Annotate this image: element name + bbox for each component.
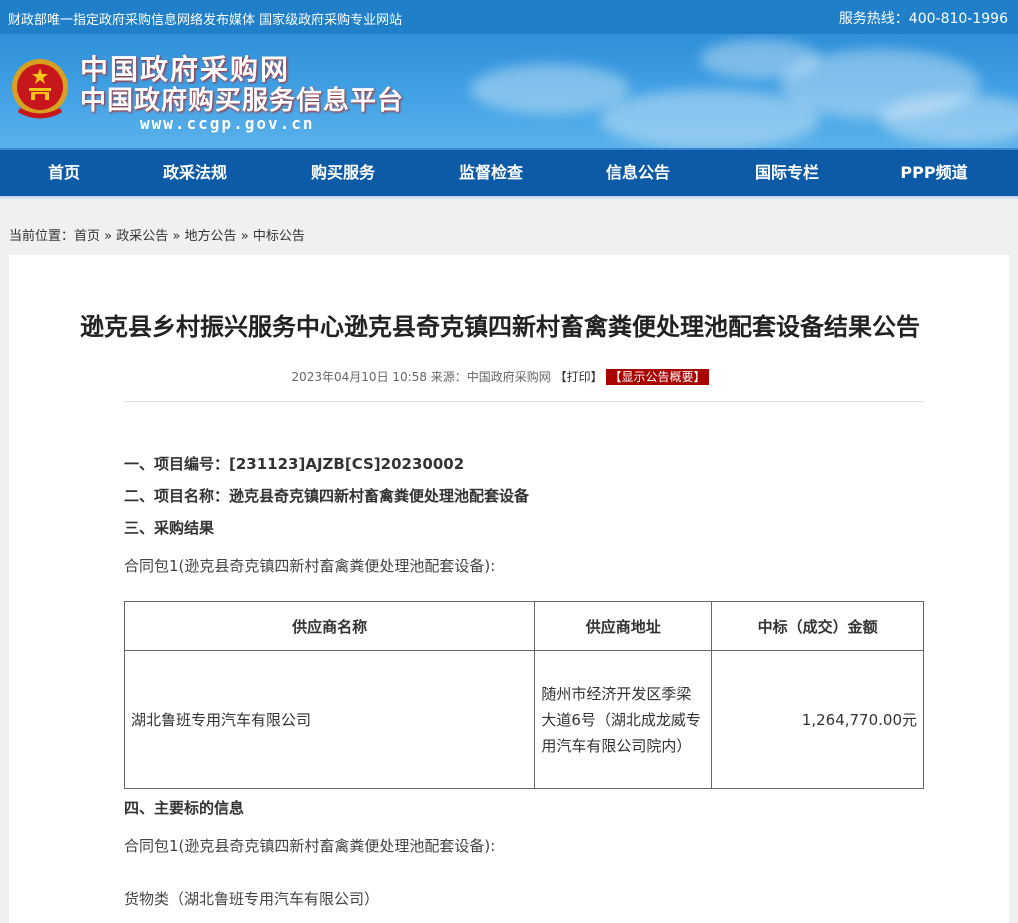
site-url: www.ccgp.gov.cn — [140, 114, 315, 133]
show-summary-button[interactable]: 【显示公告概要】 — [606, 369, 709, 385]
section-project-number: 一、项目编号：[231123]AJZB[CS]20230002 — [124, 455, 465, 473]
breadcrumb-separator: » — [240, 229, 249, 244]
column-header-address: 供应商地址 — [534, 601, 713, 651]
breadcrumb-local-announcements[interactable]: 地方公告 — [185, 229, 237, 244]
breadcrumb-separator: » — [172, 229, 181, 244]
section-main-items: 四、主要标的信息 — [124, 799, 245, 817]
site-name[interactable]: 中国政府采购网 — [80, 54, 290, 86]
site-banner: 中国政府采购网 中国政府购买服务信息平台 www.ccgp.gov.cn — [0, 34, 1018, 148]
column-header-supplier: 供应商名称 — [123, 601, 536, 651]
top-strip: 财政部唯一指定政府采购信息网络发布媒体 国家级政府采购专业网站 服务热线：400… — [0, 0, 1018, 34]
supplier-address-cell: 随州市经济开发区季梁大道6号（湖北成龙威专用汽车有限公司院内） — [534, 650, 713, 789]
column-header-amount: 中标（成交）金额 — [711, 601, 924, 651]
section-procurement-result: 三、采购结果 — [124, 519, 215, 537]
nav-shadow — [0, 196, 1018, 200]
article-meta: 2023年04月10日 10:58 来源：中国政府采购网 【打印】 【显示公告概… — [0, 368, 1000, 385]
site-subtitle: 中国政府购买服务信息平台 — [80, 86, 405, 116]
nav-item-announcements[interactable]: 信息公告 — [578, 150, 698, 196]
nav-item-international[interactable]: 国际专栏 — [727, 150, 847, 196]
award-amount-cell: 1,264,770.00元 — [711, 650, 924, 789]
breadcrumb: 当前位置：首页 » 政采公告 » 地方公告 » 中标公告 — [9, 225, 305, 244]
section-project-name: 二、项目名称：逊克县奇克镇四新村畜禽粪便处理池配套设备 — [124, 487, 530, 505]
contract-package-line-2: 合同包1(逊克县奇克镇四新村畜禽粪便处理池配套设备): — [124, 837, 496, 855]
nav-item-purchase-services[interactable]: 购买服务 — [283, 150, 403, 196]
content-panel — [9, 255, 1009, 923]
site-slogan: 财政部唯一指定政府采购信息网络发布媒体 国家级政府采购专业网站 — [8, 13, 403, 28]
publish-date: 2023年04月10日 10:58 — [291, 370, 427, 384]
national-emblem-icon[interactable] — [9, 56, 71, 122]
breadcrumb-home[interactable]: 首页 — [74, 229, 100, 244]
breadcrumb-procurement-announcements[interactable]: 政采公告 — [116, 229, 168, 244]
print-link[interactable]: 【打印】 — [555, 370, 603, 384]
breadcrumb-separator: » — [104, 229, 113, 244]
breadcrumb-prefix: 当前位置： — [9, 229, 75, 244]
service-hotline: 服务热线：400-810-1996 — [838, 11, 1008, 27]
article-title: 逊克县乡村振兴服务中心逊克县奇克镇四新村畜禽粪便处理池配套设备结果公告 — [80, 313, 920, 341]
result-table: 供应商名称 供应商地址 中标（成交）金额 湖北鲁班专用汽车有限公司 随州市经济开… — [123, 601, 924, 789]
main-nav: 首页 政采法规 购买服务 监督检查 信息公告 国际专栏 PPP频道 — [0, 148, 1018, 196]
supplier-name-cell: 湖北鲁班专用汽车有限公司 — [123, 650, 536, 789]
nav-item-regulations[interactable]: 政采法规 — [135, 150, 255, 196]
contract-package-line: 合同包1(逊克县奇克镇四新村畜禽粪便处理池配套设备): — [124, 557, 496, 575]
meta-divider — [124, 401, 924, 402]
nav-item-home[interactable]: 首页 — [4, 150, 124, 196]
article-source: 来源：中国政府采购网 — [430, 370, 551, 384]
table-header-row: 供应商名称 供应商地址 中标（成交）金额 — [123, 601, 924, 651]
table-row: 湖北鲁班专用汽车有限公司 随州市经济开发区季梁大道6号（湖北成龙威专用汽车有限公… — [123, 650, 924, 789]
nav-item-supervision[interactable]: 监督检查 — [431, 150, 551, 196]
goods-category-line: 货物类（湖北鲁班专用汽车有限公司） — [124, 890, 380, 908]
nav-item-ppp[interactable]: PPP频道 — [874, 150, 994, 196]
breadcrumb-award-announcements[interactable]: 中标公告 — [253, 229, 305, 244]
